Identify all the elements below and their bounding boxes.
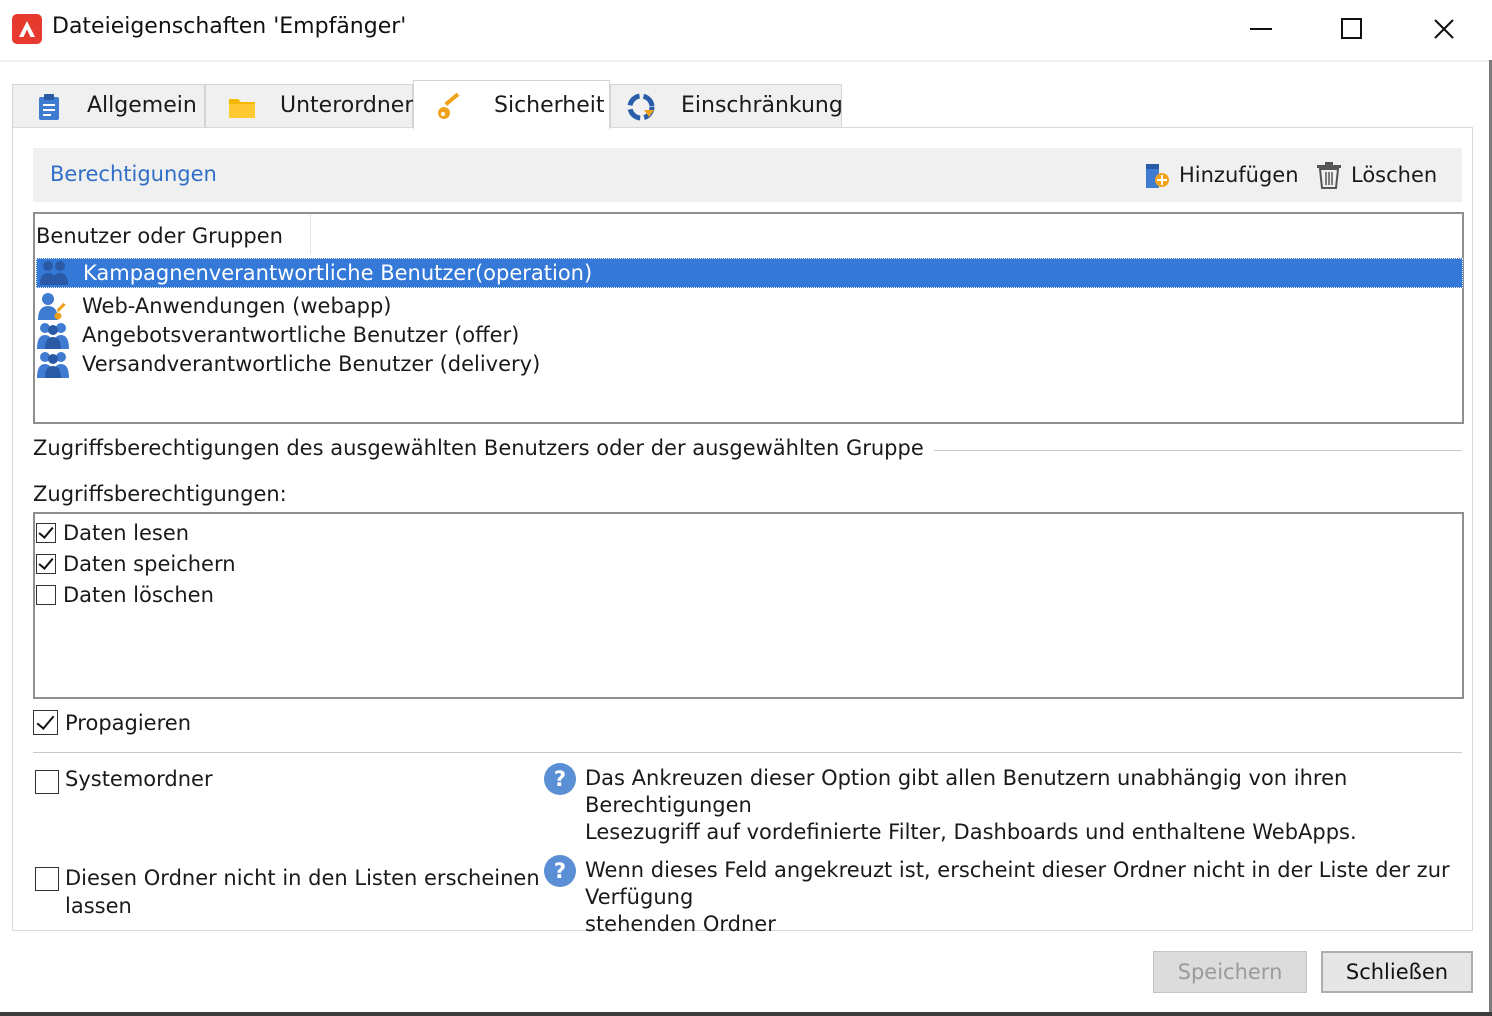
close-icon [1434, 19, 1454, 39]
window-bottom-border [0, 1012, 1492, 1016]
delete-label: Löschen [1351, 163, 1438, 187]
hide-folder-label: Diesen Ordner nicht in den Listen ersche… [65, 864, 540, 920]
user-group-icon [37, 352, 69, 378]
propagate-option[interactable]: Propagieren [33, 710, 191, 735]
users-groups-list[interactable]: Benutzer oder Gruppen Kampagnenverantwor… [33, 212, 1464, 424]
delete-checkbox[interactable] [36, 585, 56, 605]
list-item-label: Web-Anwendungen (webapp) [82, 294, 392, 318]
right-label: Daten löschen [63, 583, 214, 607]
right-read[interactable]: Daten lesen [36, 519, 189, 547]
window-title: Dateieigenschaften 'Empfänger' [52, 14, 407, 39]
read-checkbox[interactable] [36, 523, 56, 543]
title-separator [0, 60, 1492, 62]
column-header-users[interactable]: Benutzer oder Gruppen [35, 214, 311, 254]
system-folder-label: Systemordner [65, 767, 213, 791]
minimize-button[interactable] [1215, 0, 1307, 58]
permissions-title: Berechtigungen [50, 162, 217, 186]
add-user-icon [1146, 164, 1169, 188]
hide-folder-help: Wenn dieses Feld angekreuzt ist, erschei… [585, 857, 1492, 938]
restriction-icon [627, 93, 655, 121]
minimize-icon [1250, 28, 1272, 30]
add-label: Hinzufügen [1179, 163, 1299, 187]
maximize-icon [1341, 18, 1362, 39]
add-button[interactable]: Hinzufügen [1143, 158, 1299, 192]
close-button[interactable]: Schließen [1321, 951, 1473, 993]
tab-unterordner[interactable]: Unterordner [205, 84, 413, 128]
right-label: Daten lesen [63, 521, 190, 545]
close-window-button[interactable] [1398, 0, 1490, 58]
help-line: Wenn dieses Feld angekreuzt ist, erschei… [585, 858, 1450, 909]
delete-button[interactable]: Löschen [1315, 158, 1437, 192]
user-group-icon [37, 323, 69, 349]
folder-icon [229, 99, 255, 118]
tab-einschraenkung[interactable]: Einschränkung [610, 84, 843, 128]
hide-folder-option[interactable]: Diesen Ordner nicht in den Listen ersche… [35, 864, 540, 920]
title-bar: Dateieigenschaften 'Empfänger' [0, 0, 1492, 58]
app-logo-icon [12, 14, 42, 44]
access-rights-list: Daten lesen Daten speichern Daten lösche… [33, 512, 1464, 699]
help-line: stehenden Ordner [585, 912, 776, 936]
help-icon: ? [544, 763, 576, 795]
propagate-checkbox[interactable] [33, 710, 58, 735]
hide-folder-label-line: Diesen Ordner nicht in den Listen ersche… [65, 866, 540, 890]
user-key-icon [38, 293, 66, 320]
save-button[interactable]: Speichern [1153, 951, 1307, 993]
list-item-label: Versandverantwortliche Benutzer (deliver… [82, 352, 541, 376]
right-write[interactable]: Daten speichern [36, 550, 236, 578]
list-item-label: Kampagnenverantwortliche Benutzer(operat… [83, 261, 593, 285]
system-folder-option[interactable]: Systemordner [35, 767, 213, 794]
list-item-webapp[interactable]: Web-Anwendungen (webapp) [36, 291, 1463, 321]
right-label: Daten speichern [63, 552, 236, 576]
help-icon: ? [544, 855, 576, 887]
help-line: Lesezugriff auf vordefinierte Filter, Da… [585, 820, 1357, 844]
system-folder-help: Das Ankreuzen dieser Option gibt allen B… [585, 765, 1492, 846]
hide-folder-label-line: lassen [65, 894, 132, 918]
options-divider [33, 752, 1462, 753]
tab-label: Einschränkung [681, 93, 843, 118]
list-item-offer[interactable]: Angebotsverantwortliche Benutzer (offer) [36, 320, 1463, 350]
access-section-title: Zugriffsberechtigungen des ausgewählten … [33, 436, 934, 460]
tab-label: Allgemein [87, 93, 197, 118]
tab-sicherheit[interactable]: Sicherheit [413, 80, 610, 129]
list-item-operation[interactable]: Kampagnenverantwortliche Benutzer(operat… [36, 258, 1463, 288]
hide-folder-checkbox[interactable] [35, 867, 59, 891]
user-group-icon [40, 261, 68, 285]
list-item-delivery[interactable]: Versandverantwortliche Benutzer (deliver… [36, 349, 1463, 379]
write-checkbox[interactable] [36, 554, 56, 574]
access-rights-label: Zugriffsberechtigungen: [33, 482, 287, 506]
help-line: Das Ankreuzen dieser Option gibt allen B… [585, 766, 1348, 817]
key-icon [438, 93, 460, 119]
maximize-button[interactable] [1306, 0, 1398, 58]
permissions-header: Berechtigungen Hinzufügen Löschen [33, 148, 1462, 202]
right-delete[interactable]: Daten löschen [36, 581, 214, 609]
list-item-label: Angebotsverantwortliche Benutzer (offer) [82, 323, 520, 347]
clipboard-icon [39, 94, 59, 120]
tab-label: Unterordner [280, 93, 414, 118]
trash-icon [1317, 162, 1341, 189]
system-folder-checkbox[interactable] [35, 770, 59, 794]
tab-label: Sicherheit [494, 93, 605, 118]
propagate-label: Propagieren [65, 710, 191, 735]
tab-allgemein[interactable]: Allgemein [12, 84, 205, 128]
